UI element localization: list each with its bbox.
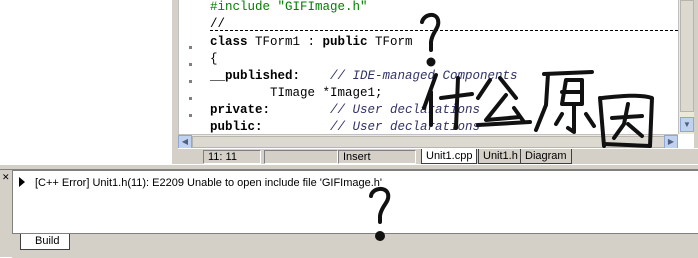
code-token: private: — [210, 103, 271, 117]
modified-indicator — [264, 150, 338, 164]
object-panel — [0, 0, 178, 164]
message-list[interactable]: [C++ Error] Unit1.h(11): E2209 Unable to… — [12, 170, 698, 233]
error-message-text: [C++ Error] Unit1.h(11): E2209 Unable to… — [35, 177, 383, 189]
code-token: class — [210, 35, 248, 49]
code-token: #include "GIFImage.h" — [210, 0, 368, 14]
code-token: TImage *Image1; — [210, 86, 383, 100]
code-token: public — [322, 35, 368, 49]
editor-status-bar: 11: 11 Insert Unit1.cpp Unit1.h Diagram — [178, 148, 698, 165]
horizontal-scroll-thumb[interactable] — [192, 136, 672, 148]
code-token: // User declarations — [330, 103, 481, 117]
scroll-right-icon[interactable]: ▶ — [664, 135, 678, 149]
code-token: // User declarations — [330, 120, 481, 134]
code-token: // — [210, 17, 226, 31]
tab-build[interactable]: Build — [20, 234, 71, 250]
code-token: TForm1 : — [247, 35, 323, 49]
code-line[interactable]: // — [210, 16, 225, 33]
tab-unit1-cpp[interactable]: Unit1.cpp — [421, 149, 478, 164]
horizontal-scrollbar[interactable]: ◀ ▶ — [178, 134, 678, 149]
gutter-dot — [189, 97, 192, 100]
code-token: TForm — [367, 35, 413, 49]
gutter-dot — [189, 114, 192, 117]
code-editor[interactable]: #include "GIFImage.h" // class TForm1 : pu… — [203, 0, 678, 134]
code-line[interactable]: __published: // IDE-managed Components — [210, 68, 518, 85]
code-line[interactable]: TImage *Image1; — [210, 85, 383, 102]
insert-mode: Insert — [338, 150, 416, 164]
vertical-scroll-thumb[interactable] — [680, 0, 694, 112]
message-toolstrip: ✕ — [0, 170, 12, 257]
tab-unit1-h[interactable]: Unit1.h — [478, 149, 523, 164]
scroll-left-icon[interactable]: ◀ — [178, 135, 192, 149]
code-line[interactable]: { — [210, 51, 218, 68]
error-message[interactable]: [C++ Error] Unit1.h(11): E2209 Unable to… — [19, 177, 382, 189]
window-border — [694, 0, 698, 164]
tab-diagram[interactable]: Diagram — [520, 149, 572, 164]
close-icon[interactable]: ✕ — [2, 172, 10, 183]
code-line[interactable]: #include "GIFImage.h" — [210, 0, 368, 16]
vertical-scrollbar[interactable]: ▼ — [678, 0, 695, 134]
cursor-position: 11: 11 — [203, 150, 261, 164]
editor-gutter — [178, 0, 204, 134]
scroll-down-icon[interactable]: ▼ — [680, 117, 694, 132]
code-token: { — [210, 52, 218, 66]
separator-comment-line — [210, 30, 678, 31]
code-line[interactable]: class TForm1 : public TForm — [210, 34, 413, 51]
gutter-dot — [189, 63, 192, 66]
code-token: public: — [210, 120, 263, 134]
code-token: // IDE-managed Components — [330, 69, 518, 83]
gutter-dot — [189, 46, 192, 49]
message-tabs: Build — [12, 233, 698, 258]
expand-arrow-icon[interactable] — [19, 177, 25, 187]
gutter-dot — [189, 80, 192, 83]
code-token: __published: — [210, 69, 301, 83]
code-line[interactable]: public: // User declarations — [210, 119, 480, 134]
code-line[interactable]: private: // User declarations — [210, 102, 480, 119]
